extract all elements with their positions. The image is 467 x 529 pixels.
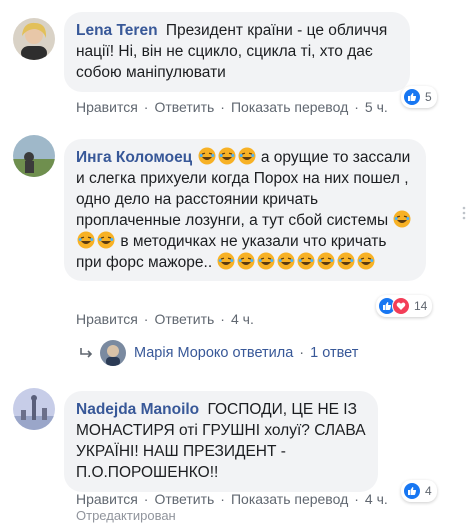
comment-1: Lena Teren Президент країни - це обличчя… — [0, 0, 467, 125]
laughing-emoji-icon — [257, 252, 275, 270]
reply-count[interactable]: 1 ответ — [310, 345, 358, 361]
laughing-emoji-icon — [317, 252, 335, 270]
reactions-badge[interactable]: 5 — [401, 86, 437, 108]
comment-bubble: Lena Teren Президент країни - це обличчя… — [64, 12, 410, 92]
comment-actions: Нравится · Ответить · 4 ч. — [76, 311, 254, 327]
laughing-emoji-icon — [357, 252, 375, 270]
like-link[interactable]: Нравится — [76, 99, 138, 115]
comment-bubble: Nadejda Manoilo ГОСПОДИ, ЦЕ НЕ ІЗ МОНАСТ… — [64, 391, 378, 492]
avatar[interactable] — [13, 18, 55, 60]
laughing-emoji-icon — [97, 231, 115, 249]
like-link[interactable]: Нравится — [76, 311, 138, 327]
reactions-badge[interactable]: 14 — [376, 295, 433, 317]
translate-link[interactable]: Показать перевод — [231, 491, 348, 507]
comment-3: Nadejda Manoilo ГОСПОДИ, ЦЕ НЕ ІЗ МОНАСТ… — [0, 380, 467, 529]
reply-avatar — [100, 340, 126, 366]
reply-link[interactable]: Ответить — [154, 491, 214, 507]
laughing-emoji-icon — [277, 252, 295, 270]
reaction-count: 5 — [425, 90, 432, 104]
translate-link[interactable]: Показать перевод — [231, 99, 348, 115]
comment-bubble: Инга Коломоец а орущие то зассали и слег… — [64, 139, 426, 281]
comment-actions: Нравится · Ответить · Показать перевод · 4 ч. — [76, 491, 388, 507]
comment-author[interactable]: Nadejda Manoilo — [76, 401, 199, 418]
laughing-emoji-icon — [218, 147, 236, 165]
love-icon — [392, 297, 410, 315]
emoji-group — [197, 147, 261, 166]
like-icon — [403, 482, 421, 500]
laughing-emoji-icon — [337, 252, 355, 270]
laughing-emoji-icon — [217, 252, 235, 270]
laughing-emoji-icon — [237, 252, 255, 270]
like-icon — [403, 88, 421, 106]
comment-actions: Нравится · Ответить · Показать перевод · 5 ч. — [76, 99, 388, 115]
avatar[interactable] — [13, 135, 55, 177]
emoji-group — [216, 252, 376, 271]
laughing-emoji-icon — [238, 147, 256, 165]
timestamp[interactable]: 4 ч. — [365, 491, 388, 507]
timestamp[interactable]: 4 ч. — [231, 311, 254, 327]
laughing-emoji-icon — [297, 252, 315, 270]
comment-2: Инга Коломоец а орущие то зассали и слег… — [0, 125, 467, 327]
reaction-count: 4 — [425, 484, 432, 498]
comment-author[interactable]: Инга Коломоец — [76, 149, 192, 166]
reply-arrow-icon — [80, 348, 93, 358]
reaction-count: 14 — [414, 299, 428, 313]
timestamp[interactable]: 5 ч. — [365, 99, 388, 115]
reply-link[interactable]: Ответить — [154, 311, 214, 327]
like-link[interactable]: Нравится — [76, 491, 138, 507]
laughing-emoji-icon — [393, 210, 411, 228]
more-options-icon[interactable] — [461, 205, 467, 221]
laughing-emoji-icon — [77, 231, 95, 249]
reply-author[interactable]: Марія Мороко — [134, 345, 228, 361]
reactions-badge[interactable]: 4 — [401, 480, 437, 502]
laughing-emoji-icon — [198, 147, 216, 165]
replies-summary[interactable]: Марія Мороко ответила · 1 ответ — [80, 340, 358, 366]
reply-link[interactable]: Ответить — [154, 99, 214, 115]
edited-label: Отредактирован — [76, 508, 176, 523]
comment-author[interactable]: Lena Teren — [76, 22, 158, 39]
avatar[interactable] — [13, 388, 55, 430]
reply-verb: ответила — [232, 345, 294, 361]
